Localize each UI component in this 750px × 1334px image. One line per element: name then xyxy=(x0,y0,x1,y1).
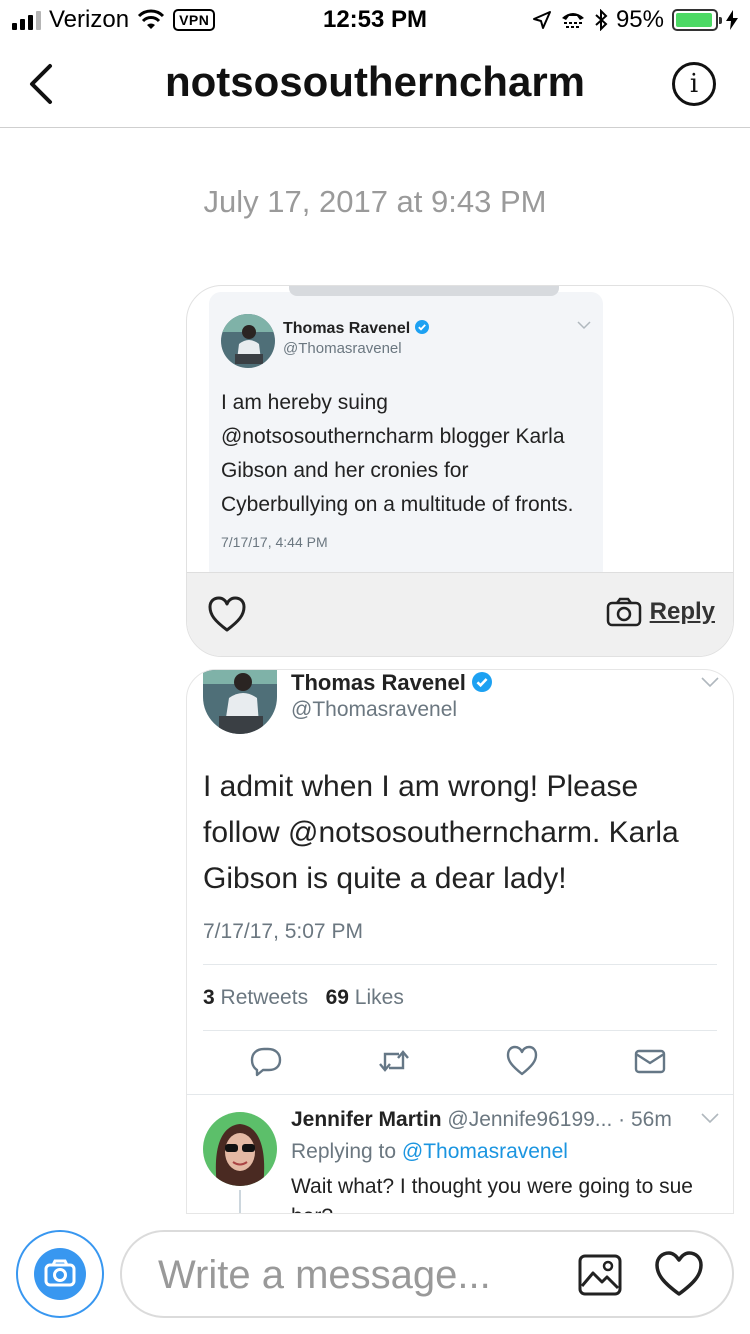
camera-icon xyxy=(606,597,641,627)
avatar xyxy=(203,1112,277,1186)
retweets-count: 3 xyxy=(203,986,215,1009)
replying-to-handle: @Thomasravenel xyxy=(401,1140,568,1163)
avatar xyxy=(203,670,277,734)
location-arrow-icon xyxy=(532,11,551,29)
avatar xyxy=(221,314,275,368)
reply-label[interactable]: Reply xyxy=(650,598,715,626)
tweet-stats: 3 Retweets 69 Likes xyxy=(203,986,404,1010)
date-separator: July 17, 2017 at 9:43 PM xyxy=(203,184,547,219)
direct-message-icon xyxy=(634,1049,666,1074)
tweet-timestamp: 7/17/17, 4:44 PM xyxy=(221,534,328,550)
camera-icon xyxy=(44,1259,76,1287)
author-handle: @Thomasravenel xyxy=(283,340,402,357)
message-bubble[interactable]: Thomas Ravenel @Thomasravenel I admit wh… xyxy=(186,669,734,1214)
divider xyxy=(203,964,717,965)
chevron-down-icon xyxy=(577,321,591,330)
reply-age: · 56m xyxy=(618,1108,672,1131)
info-button[interactable]: i xyxy=(672,62,716,106)
replying-to: Replying to @Thomasravenel xyxy=(291,1140,568,1163)
divider xyxy=(187,1094,733,1095)
battery-icon xyxy=(672,9,722,31)
reply-button[interactable]: Reply xyxy=(606,597,715,627)
verified-badge-icon xyxy=(414,320,429,334)
reply-author: Jennifer Martin @Jennife96199... · 56m xyxy=(291,1108,672,1132)
message-input[interactable] xyxy=(158,1246,558,1304)
message-bubble[interactable]: Thomas Ravenel @Thomasravenel I am hereb… xyxy=(186,285,734,657)
battery-percent: 95% xyxy=(615,6,664,33)
heart-button[interactable] xyxy=(654,1250,704,1298)
like-heart-button[interactable] xyxy=(207,595,247,633)
bluetooth-icon xyxy=(595,9,608,31)
tweet-text: I admit when I am wrong! Please follow @… xyxy=(203,770,679,895)
gallery-button[interactable] xyxy=(578,1254,622,1296)
likes-label: Likes xyxy=(354,986,404,1009)
reply-author-handle: @Jennife96199... xyxy=(447,1108,613,1131)
conversation-title[interactable]: notsosoutherncharm xyxy=(0,58,750,106)
tweet-screenshot: Thomas Ravenel @Thomasravenel I am hereb… xyxy=(209,286,603,582)
message-action-bar: Reply xyxy=(187,572,733,656)
info-icon: i xyxy=(689,69,699,99)
chevron-down-icon xyxy=(701,677,719,688)
reply-text: Wait what? I thought you were going to s… xyxy=(291,1175,693,1213)
reply-author-name: Jennifer Martin xyxy=(291,1108,442,1131)
verified-badge-icon xyxy=(471,672,492,692)
conversation-header: notsosoutherncharm i xyxy=(0,40,750,128)
author-name: Thomas Ravenel xyxy=(291,670,492,696)
tweet-text: I am hereby suing @notsosoutherncharm bl… xyxy=(221,391,574,516)
camera-button[interactable] xyxy=(16,1230,104,1318)
tweet-actions xyxy=(187,1044,733,1084)
likes-count: 69 xyxy=(325,986,349,1009)
divider xyxy=(289,286,559,296)
tweet-timestamp: 7/17/17, 5:07 PM xyxy=(203,920,363,943)
author-handle: @Thomasravenel xyxy=(291,698,458,721)
tty-icon xyxy=(561,13,584,28)
thread-line xyxy=(239,1190,241,1213)
like-heart-icon xyxy=(506,1045,538,1076)
divider xyxy=(203,1030,717,1031)
camera-icon-wrap xyxy=(34,1248,86,1300)
chevron-down-icon xyxy=(701,1113,719,1124)
message-input-field[interactable] xyxy=(120,1230,734,1318)
reply-bubble-icon xyxy=(250,1047,282,1077)
charging-bolt-icon xyxy=(726,10,738,30)
author-name: Thomas Ravenel xyxy=(283,320,429,338)
retweet-icon xyxy=(379,1050,409,1072)
status-bar: Verizon VPN 12:53 PM 95% xyxy=(0,0,750,40)
message-composer xyxy=(0,1214,750,1334)
status-right: 95% xyxy=(532,6,738,34)
retweets-label: Retweets xyxy=(220,986,309,1009)
